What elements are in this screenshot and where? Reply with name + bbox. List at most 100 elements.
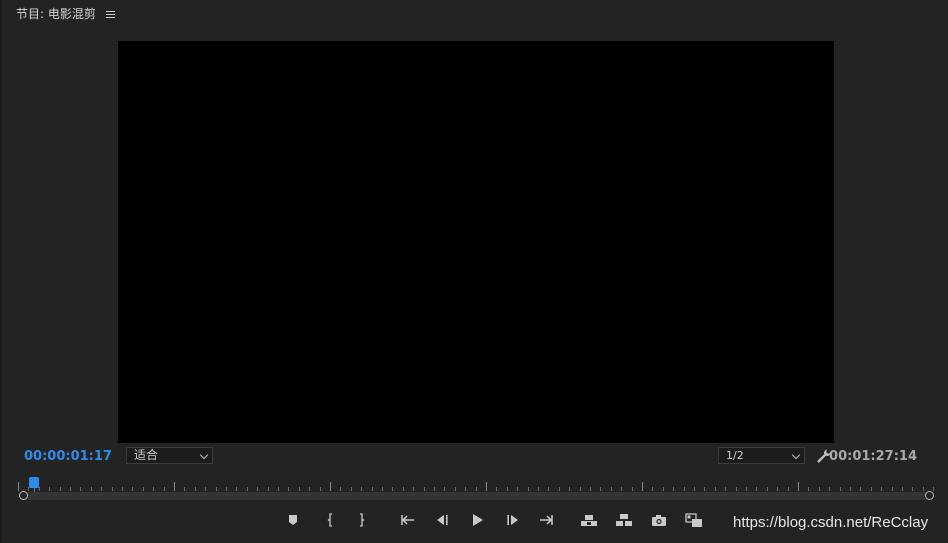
ruler-tick <box>694 487 695 491</box>
ruler-tick <box>101 487 102 491</box>
ruler-tick <box>184 487 185 491</box>
ruler-tick <box>798 482 799 491</box>
scroll-handle-left[interactable] <box>19 491 28 500</box>
ruler-tick <box>80 487 81 491</box>
ruler-tick <box>257 487 258 491</box>
ruler-tick <box>70 487 71 491</box>
ruler-tick <box>871 487 872 491</box>
play-icon <box>473 514 483 526</box>
mark-in-button[interactable] <box>321 512 339 528</box>
program-viewer[interactable] <box>118 41 834 443</box>
time-ruler[interactable] <box>18 479 936 491</box>
ruler-tick <box>392 487 393 491</box>
ruler-tick <box>912 487 913 491</box>
ruler-tick <box>226 487 227 491</box>
camera-icon <box>652 514 666 526</box>
ruler-tick <box>216 487 217 491</box>
ruler-tick <box>829 487 830 491</box>
ruler-tick <box>236 487 237 491</box>
ruler-tick <box>756 487 757 491</box>
step-back-button[interactable] <box>433 512 451 528</box>
go-to-in-button[interactable] <box>399 512 417 528</box>
mark-out-button[interactable] <box>353 512 371 528</box>
go-to-in-icon <box>401 515 414 525</box>
ruler-tick <box>590 487 591 491</box>
step-back-icon <box>437 515 448 525</box>
ruler-tick <box>808 487 809 491</box>
ruler-tick <box>382 487 383 491</box>
ruler-tick <box>195 487 196 491</box>
ruler-tick <box>684 487 685 491</box>
ruler-tick <box>91 487 92 491</box>
ruler-tick <box>819 487 820 491</box>
ruler-tick <box>569 487 570 491</box>
lift-button[interactable] <box>580 512 598 528</box>
zoom-level-select[interactable]: 适合 <box>126 447 213 464</box>
ruler-tick <box>174 482 175 491</box>
chevron-down-icon <box>791 450 801 460</box>
watermark-text: https://blog.csdn.net/ReCclay <box>733 514 929 531</box>
mark-out-icon <box>360 513 365 527</box>
ruler-tick <box>413 487 414 491</box>
ruler-tick <box>268 487 269 491</box>
chevron-down-icon <box>199 450 209 460</box>
go-to-out-button[interactable] <box>537 512 555 528</box>
ruler-tick <box>309 487 310 491</box>
ruler-tick <box>517 487 518 491</box>
go-to-out-icon <box>540 515 553 525</box>
ruler-tick <box>902 487 903 491</box>
ruler-tick <box>746 487 747 491</box>
ruler-tick <box>205 487 206 491</box>
compare-icon <box>685 512 702 527</box>
extract-icon <box>616 514 632 526</box>
extract-button[interactable] <box>615 512 633 528</box>
ruler-tick <box>486 482 487 491</box>
hamburger-menu-icon[interactable] <box>105 10 115 19</box>
ruler-tick <box>611 487 612 491</box>
ruler-tick <box>455 487 456 491</box>
ruler-tick <box>725 487 726 491</box>
ruler-tick <box>476 487 477 491</box>
playback-resolution-select[interactable]: 1/2 <box>718 447 805 464</box>
ruler-tick <box>320 487 321 491</box>
ruler-tick <box>663 487 664 491</box>
ruler-tick <box>465 487 466 491</box>
ruler-tick <box>351 487 352 491</box>
scroll-handle-right[interactable] <box>925 491 934 500</box>
ruler-tick <box>652 487 653 491</box>
ruler-tick <box>403 487 404 491</box>
play-button[interactable] <box>468 512 486 528</box>
step-forward-icon <box>507 515 518 525</box>
mark-in-icon <box>327 513 332 527</box>
step-forward-button[interactable] <box>504 512 522 528</box>
ruler-tick <box>548 487 549 491</box>
playhead-handle[interactable] <box>29 477 39 488</box>
ruler-tick <box>143 487 144 491</box>
ruler-tick <box>299 487 300 491</box>
ruler-tick <box>580 487 581 491</box>
ruler-tick <box>60 487 61 491</box>
panel-title[interactable]: 节目: 电影混剪 <box>16 5 96 22</box>
ruler-tick <box>673 487 674 491</box>
ruler-tick <box>704 487 705 491</box>
ruler-tick <box>767 487 768 491</box>
resolution-value: 1/2 <box>726 449 744 462</box>
ruler-tick <box>933 487 934 491</box>
ruler-tick <box>372 487 373 491</box>
ruler-tick <box>538 487 539 491</box>
add-marker-button[interactable] <box>284 512 302 528</box>
export-frame-button[interactable] <box>650 512 668 528</box>
panel-header: 节目: 电影混剪 <box>16 5 115 22</box>
lift-icon <box>581 515 597 526</box>
ruler-tick <box>736 487 737 491</box>
ruler-tick <box>164 487 165 491</box>
ruler-tick <box>777 487 778 491</box>
compare-view-button[interactable] <box>685 512 703 528</box>
ruler-tick <box>424 487 425 491</box>
current-timecode[interactable]: 00:00:01:17 <box>24 449 112 464</box>
ruler-tick <box>247 487 248 491</box>
program-monitor-panel: 节目: 电影混剪 00:00:01:17 适合 1/2 00:01:27:14 <box>0 0 948 543</box>
zoom-scroll-bar[interactable] <box>24 492 930 500</box>
ruler-tick <box>600 487 601 491</box>
ruler-tick <box>621 487 622 491</box>
